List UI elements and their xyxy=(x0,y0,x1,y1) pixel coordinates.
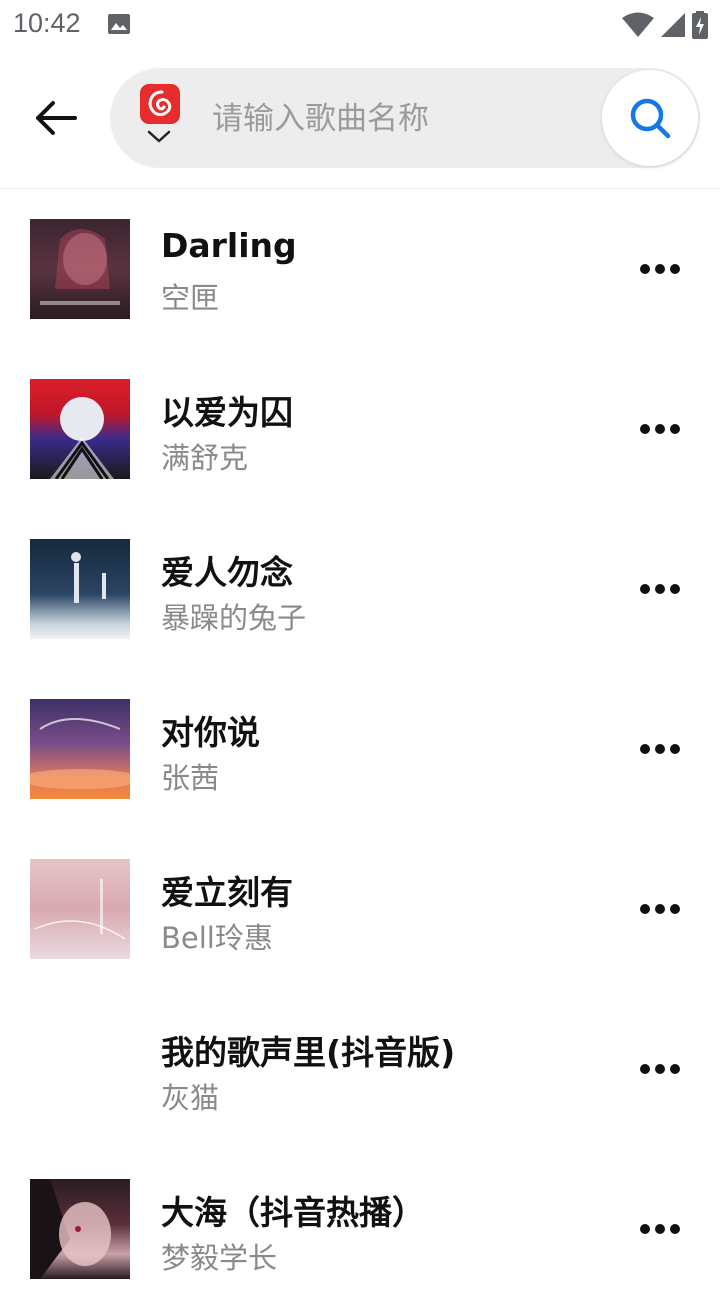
song-item[interactable]: 大海（抖音热播） 梦毅学长 xyxy=(0,1149,720,1309)
song-title: 我的歌声里(抖音版) xyxy=(161,1033,456,1072)
song-item[interactable]: 我的歌声里(抖音版) 灰猫 xyxy=(0,989,720,1149)
ellipsis-icon xyxy=(640,424,650,434)
image-notification-icon xyxy=(108,14,130,34)
album-cover xyxy=(30,1179,130,1279)
ellipsis-icon xyxy=(640,744,650,754)
album-cover xyxy=(30,219,130,319)
more-options-button[interactable] xyxy=(632,409,688,449)
ellipsis-icon xyxy=(640,264,650,274)
song-artist: 张茜 xyxy=(161,761,220,795)
song-artist: 空匣 xyxy=(161,281,220,315)
song-title: 大海（抖音热播） xyxy=(161,1193,425,1232)
search-input[interactable] xyxy=(210,94,594,144)
album-cover-placeholder xyxy=(30,1019,130,1119)
album-cover xyxy=(30,379,130,479)
song-item[interactable]: 对你说 张茜 xyxy=(0,669,720,829)
song-artist: 梦毅学长 xyxy=(161,1241,278,1275)
album-cover xyxy=(30,859,130,959)
music-source-selector[interactable] xyxy=(138,84,182,154)
song-title: Darling xyxy=(161,226,297,265)
status-bar: 10:42 xyxy=(0,0,720,50)
signal-icon xyxy=(661,13,685,37)
battery-icon xyxy=(692,11,708,39)
ellipsis-icon xyxy=(640,1064,650,1074)
status-icons xyxy=(622,10,708,40)
ellipsis-icon xyxy=(640,904,650,914)
arrow-left-icon xyxy=(36,101,77,135)
song-title: 爱立刻有 xyxy=(161,873,293,912)
search-header xyxy=(0,50,720,189)
search-icon xyxy=(630,98,671,139)
search-button[interactable] xyxy=(602,70,698,166)
more-options-button[interactable] xyxy=(632,729,688,769)
song-title: 对你说 xyxy=(161,713,260,752)
more-options-button[interactable] xyxy=(632,889,688,929)
song-item[interactable]: 爱人勿念 暴躁的兔子 xyxy=(0,509,720,669)
ellipsis-icon xyxy=(640,584,650,594)
song-title: 爱人勿念 xyxy=(161,553,293,592)
song-item[interactable]: Darling 空匣 xyxy=(0,189,720,349)
song-artist: 满舒克 xyxy=(161,441,249,475)
chevron-down-icon xyxy=(147,130,171,143)
more-options-button[interactable] xyxy=(632,249,688,289)
song-artist: 灰猫 xyxy=(161,1081,220,1115)
album-cover xyxy=(30,539,130,639)
song-item[interactable]: 爱立刻有 Bell玲惠 xyxy=(0,829,720,989)
song-item[interactable]: 以爱为囚 满舒克 xyxy=(0,349,720,509)
wifi-icon xyxy=(622,12,654,37)
song-artist: 暴躁的兔子 xyxy=(161,601,307,635)
more-options-button[interactable] xyxy=(632,1049,688,1089)
song-title: 以爱为囚 xyxy=(161,393,293,432)
song-artist: Bell玲惠 xyxy=(161,921,273,955)
search-box xyxy=(110,68,700,168)
more-options-button[interactable] xyxy=(632,1209,688,1249)
album-cover xyxy=(30,699,130,799)
netease-music-icon xyxy=(140,84,180,124)
more-options-button[interactable] xyxy=(632,569,688,609)
ellipsis-icon xyxy=(640,1224,650,1234)
status-time: 10:42 xyxy=(13,8,81,38)
back-button[interactable] xyxy=(25,88,85,148)
